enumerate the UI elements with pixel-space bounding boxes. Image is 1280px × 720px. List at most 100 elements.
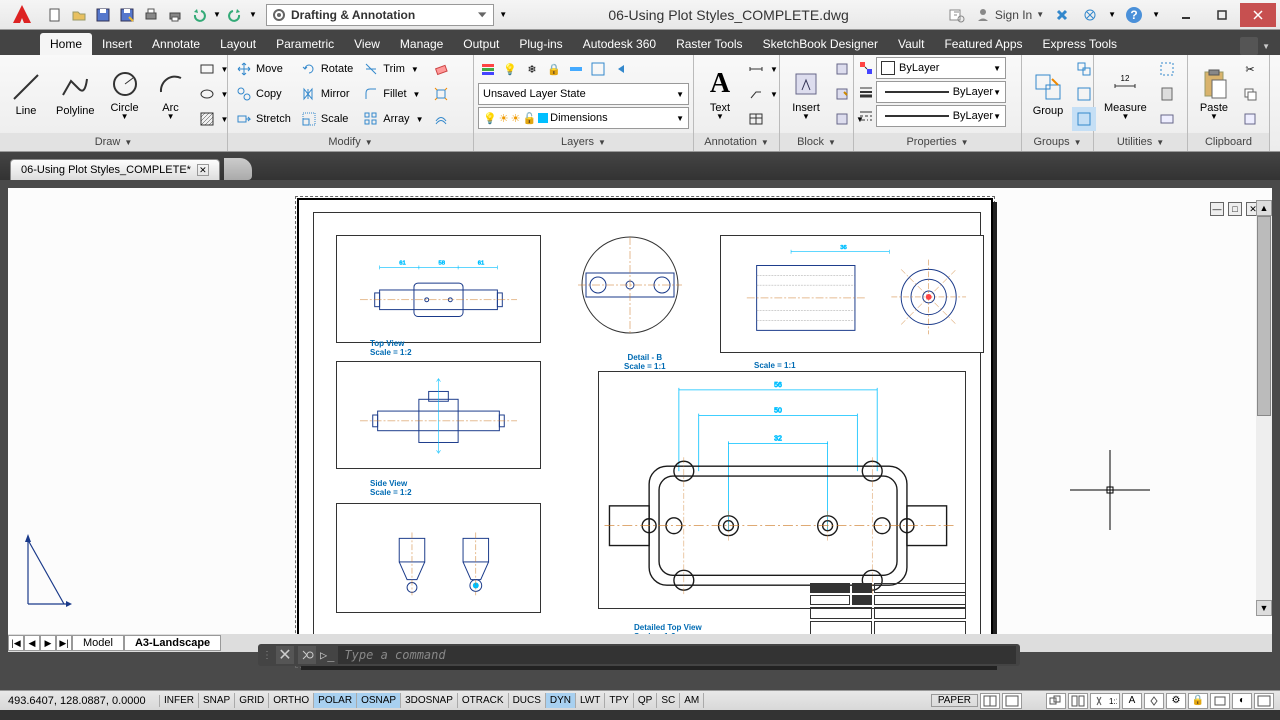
color-combo[interactable]: ByLayer▼ bbox=[876, 57, 1006, 79]
saveas-icon[interactable] bbox=[116, 4, 138, 26]
ungroup-button[interactable] bbox=[1072, 57, 1096, 81]
tab-raster[interactable]: Raster Tools bbox=[666, 33, 752, 55]
trim-button[interactable]: Trim▼ bbox=[359, 57, 427, 81]
toggle-ortho[interactable]: ORTHO bbox=[269, 693, 314, 708]
clean-screen-icon[interactable] bbox=[1254, 693, 1274, 709]
app-logo[interactable] bbox=[6, 1, 38, 29]
group-edit-button[interactable] bbox=[1072, 82, 1096, 106]
mirror-button[interactable]: Mirror bbox=[297, 82, 357, 106]
copy-button[interactable]: Copy bbox=[232, 82, 295, 106]
panel-layers-title[interactable]: Layers▼ bbox=[474, 133, 693, 151]
rectangle-button[interactable]: ▼ bbox=[195, 57, 233, 81]
erase-button[interactable] bbox=[429, 57, 453, 81]
layout-tab-a3[interactable]: A3-Landscape bbox=[124, 635, 221, 651]
paper-space[interactable]: — □ ✕ 61 58 61 bbox=[8, 188, 1272, 652]
close-tab-icon[interactable]: ✕ bbox=[197, 164, 209, 176]
workspace-selector[interactable]: Drafting & Annotation bbox=[266, 4, 494, 26]
minimize-button[interactable] bbox=[1168, 3, 1204, 27]
tab-a360[interactable]: Autodesk 360 bbox=[573, 33, 666, 55]
offset-button[interactable] bbox=[429, 107, 453, 131]
workspace-menu-arrow[interactable]: ▼ bbox=[496, 4, 510, 26]
layer-freeze-button[interactable]: ❄ bbox=[522, 57, 542, 81]
hatch-button[interactable]: ▼ bbox=[195, 107, 233, 131]
layer-prev-button[interactable] bbox=[610, 57, 630, 81]
toggle-snap[interactable]: SNAP bbox=[199, 693, 235, 708]
cmd-grip-icon[interactable]: ⋮⋮ bbox=[262, 650, 272, 661]
layer-iso-button[interactable] bbox=[566, 57, 586, 81]
search-keyword-icon[interactable] bbox=[947, 5, 967, 25]
autodesk360-icon[interactable] bbox=[1080, 5, 1100, 25]
vp-min-icon[interactable]: — bbox=[1210, 202, 1224, 216]
grid-display-icon[interactable] bbox=[980, 693, 1000, 709]
id-button[interactable] bbox=[1155, 107, 1179, 131]
close-button[interactable] bbox=[1240, 3, 1276, 27]
tab-first-button[interactable]: |◀ bbox=[8, 635, 24, 651]
annotation-visibility-icon[interactable]: A bbox=[1122, 693, 1142, 709]
cut-button[interactable]: ✂ bbox=[1238, 57, 1262, 81]
document-tab[interactable]: 06-Using Plot Styles_COMPLETE* ✕ bbox=[10, 159, 220, 180]
layer-match-button[interactable] bbox=[588, 57, 608, 81]
move-button[interactable]: Move bbox=[232, 57, 295, 81]
tab-annotate[interactable]: Annotate bbox=[142, 33, 210, 55]
tab-last-button[interactable]: ▶| bbox=[56, 635, 72, 651]
scroll-up-button[interactable]: ▲ bbox=[1256, 200, 1272, 216]
copy-clip-button[interactable] bbox=[1238, 82, 1262, 106]
linetype-combo[interactable]: ByLayer▼ bbox=[876, 105, 1006, 127]
insert-button[interactable]: Insert▼ bbox=[784, 58, 828, 130]
toggle-ducs[interactable]: DUCS bbox=[509, 693, 546, 708]
toggle-lwt[interactable]: LWT bbox=[576, 693, 605, 708]
annotation-auto-icon[interactable] bbox=[1144, 693, 1164, 709]
leader-button[interactable]: ▼ bbox=[744, 82, 782, 106]
toggle-infer[interactable]: INFER bbox=[160, 693, 199, 708]
table-button[interactable] bbox=[744, 107, 782, 131]
lineweight-icon[interactable] bbox=[858, 84, 874, 100]
layer-current-combo[interactable]: 💡 ☀ ☀ 🔓 Dimensions ▼ bbox=[478, 107, 689, 129]
tab-sketchbook[interactable]: SketchBook Designer bbox=[753, 33, 888, 55]
linetype-icon[interactable] bbox=[858, 108, 874, 124]
scale-button[interactable]: Scale bbox=[297, 107, 357, 131]
toggle-tpy[interactable]: TPY bbox=[605, 693, 633, 708]
group-button[interactable]: Group bbox=[1026, 58, 1070, 130]
scroll-thumb[interactable] bbox=[1257, 216, 1271, 416]
hardware-accel-icon[interactable] bbox=[1210, 693, 1230, 709]
text-button[interactable]: AText▼ bbox=[698, 58, 742, 130]
undo-icon[interactable] bbox=[188, 4, 210, 26]
tab-layout[interactable]: Layout bbox=[210, 33, 266, 55]
rotate-button[interactable]: Rotate bbox=[297, 57, 357, 81]
ellipse-button[interactable]: ▼ bbox=[195, 82, 233, 106]
toggle-3dosnap[interactable]: 3DOSNAP bbox=[401, 693, 458, 708]
tab-featured[interactable]: Featured Apps bbox=[934, 33, 1032, 55]
select-button[interactable] bbox=[1155, 57, 1179, 81]
line-button[interactable]: Line bbox=[4, 58, 48, 130]
tab-view[interactable]: View bbox=[344, 33, 390, 55]
lineweight-combo[interactable]: ByLayer▼ bbox=[876, 81, 1006, 103]
toggle-polar[interactable]: POLAR bbox=[314, 693, 357, 708]
circle-button[interactable]: Circle▼ bbox=[103, 58, 147, 130]
tab-prev-button[interactable]: ◀ bbox=[24, 635, 40, 651]
toggle-sc[interactable]: SC bbox=[657, 693, 680, 708]
scroll-down-button[interactable]: ▼ bbox=[1256, 600, 1272, 616]
open-icon[interactable] bbox=[68, 4, 90, 26]
viewport-detailtop[interactable]: 56 50 32 bbox=[598, 371, 966, 609]
toggle-grid[interactable]: GRID bbox=[235, 693, 269, 708]
group-select-button[interactable] bbox=[1072, 107, 1096, 131]
cmd-recent-button[interactable] bbox=[298, 646, 316, 664]
new-tab-button[interactable] bbox=[224, 158, 252, 180]
vp-max-icon[interactable]: □ bbox=[1228, 202, 1242, 216]
panel-draw-title[interactable]: Draw▼ bbox=[0, 133, 227, 151]
panel-clipboard-title[interactable]: Clipboard bbox=[1188, 133, 1269, 151]
signin-button[interactable]: Sign In ▼ bbox=[975, 7, 1044, 23]
redo-icon[interactable] bbox=[224, 4, 246, 26]
command-input[interactable] bbox=[338, 646, 1016, 664]
viewport-detailb[interactable] bbox=[568, 235, 692, 345]
toggle-osnap[interactable]: OSNAP bbox=[357, 693, 401, 708]
tab-express[interactable]: Express Tools bbox=[1033, 33, 1127, 55]
layer-state-combo[interactable]: Unsaved Layer State▼ bbox=[478, 83, 689, 105]
polyline-button[interactable]: Polyline bbox=[50, 58, 101, 130]
toggle-qp[interactable]: QP bbox=[634, 693, 657, 708]
tab-insert[interactable]: Insert bbox=[92, 33, 142, 55]
coordinates-readout[interactable]: 493.6407, 128.0887, 0.0000 bbox=[0, 695, 160, 707]
layer-lock-button[interactable]: 🔒 bbox=[544, 57, 564, 81]
explode-button[interactable] bbox=[429, 82, 453, 106]
annotation-scale-icon[interactable]: 1:1 bbox=[1090, 693, 1120, 709]
